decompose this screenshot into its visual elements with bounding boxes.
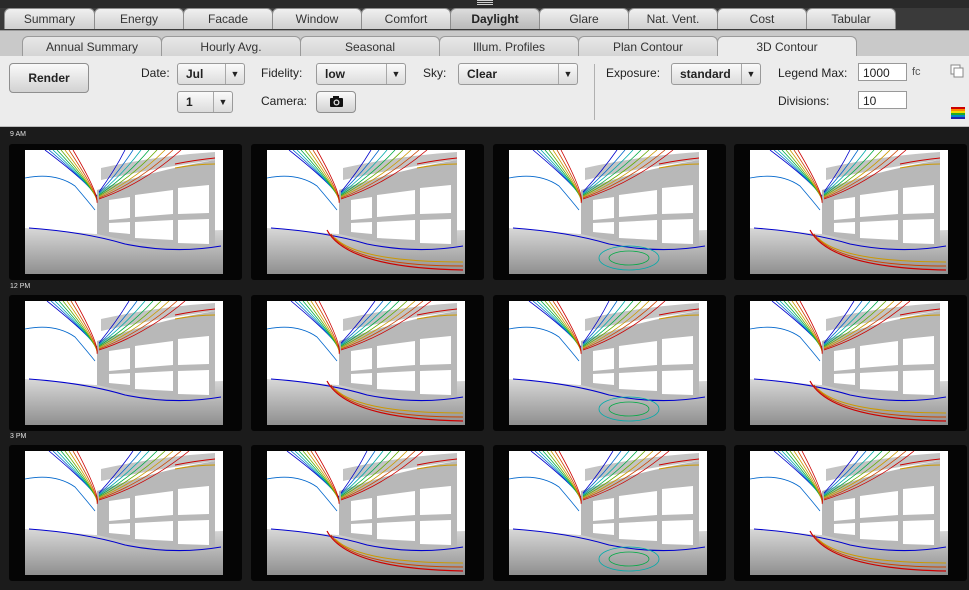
contour-render-image (25, 150, 223, 274)
tab-seasonal[interactable]: Seasonal (300, 36, 440, 57)
contour-render-image (509, 150, 707, 274)
contour-render-image (750, 150, 948, 274)
chevron-down-icon: ▼ (213, 92, 232, 112)
sky-label: Sky: (423, 66, 447, 80)
render-view[interactable] (493, 295, 726, 431)
tab-window[interactable]: Window (272, 8, 362, 29)
render-view[interactable] (251, 295, 484, 431)
contour-render-image (267, 150, 465, 274)
render-view[interactable] (734, 445, 967, 581)
tab-comfort[interactable]: Comfort (361, 8, 451, 29)
legend-max-label: Legend Max: (778, 66, 848, 80)
date-label: Date: (141, 66, 170, 80)
color-legend-icon[interactable] (950, 106, 966, 120)
contour-render-image (267, 301, 465, 425)
toolbar-divider (594, 64, 595, 120)
day-value: 1 (186, 95, 193, 109)
tab-cost[interactable]: Cost (717, 8, 807, 29)
controls-toolbar: Render Date: Jul ▼ 1 ▼ Fidelity: low ▼ C… (0, 56, 969, 127)
copy-icon[interactable] (950, 64, 966, 78)
top-bar (0, 0, 969, 8)
render-button[interactable]: Render (9, 63, 89, 93)
camera-button[interactable] (316, 91, 356, 113)
legend-max-input[interactable]: 1000 (858, 63, 907, 81)
chevron-down-icon: ▼ (741, 64, 760, 84)
chevron-down-icon: ▼ (558, 64, 577, 84)
legend-unit: fc (912, 66, 921, 78)
tab-tabular[interactable]: Tabular (806, 8, 896, 29)
day-select[interactable]: 1 ▼ (177, 91, 233, 113)
render-view[interactable] (251, 144, 484, 280)
chevron-down-icon: ▼ (386, 64, 405, 84)
render-view[interactable] (734, 144, 967, 280)
row-label-3pm: 3 PM (10, 433, 27, 440)
fidelity-label: Fidelity: (261, 66, 303, 80)
exposure-select[interactable]: standard ▼ (671, 63, 761, 85)
row-label-9am: 9 AM (10, 131, 26, 138)
tab-annual-summary[interactable]: Annual Summary (22, 36, 162, 57)
fidelity-value: low (325, 67, 345, 81)
drag-handle-icon[interactable] (477, 0, 493, 6)
chevron-down-icon: ▼ (225, 64, 244, 84)
render-view[interactable] (251, 445, 484, 581)
fidelity-select[interactable]: low ▼ (316, 63, 406, 85)
sky-select[interactable]: Clear ▼ (458, 63, 578, 85)
render-view[interactable] (493, 445, 726, 581)
tab-summary[interactable]: Summary (4, 8, 95, 29)
tab-nat-vent[interactable]: Nat. Vent. (628, 8, 718, 29)
tab-daylight[interactable]: Daylight (450, 8, 540, 29)
sub-tab-bar: Annual Summary Hourly Avg. Seasonal Illu… (0, 30, 969, 58)
row-label-12pm: 12 PM (10, 283, 31, 290)
tab-3d-contour[interactable]: 3D Contour (717, 36, 857, 58)
render-view[interactable] (493, 144, 726, 280)
contour-render-image (25, 451, 223, 575)
render-grid: 9 AM 12 PM 3 PM (0, 127, 969, 590)
tab-plan-contour[interactable]: Plan Contour (578, 36, 718, 57)
tab-energy[interactable]: Energy (94, 8, 184, 29)
contour-render-image (25, 301, 223, 425)
contour-render-image (750, 301, 948, 425)
tab-glare[interactable]: Glare (539, 8, 629, 29)
tab-facade[interactable]: Facade (183, 8, 273, 29)
sky-value: Clear (467, 67, 498, 81)
exposure-label: Exposure: (606, 66, 661, 80)
render-view[interactable] (734, 295, 967, 431)
month-value: Jul (186, 67, 204, 81)
render-view[interactable] (9, 144, 242, 280)
divisions-label: Divisions: (778, 94, 830, 108)
contour-render-image (750, 451, 948, 575)
render-view[interactable] (9, 445, 242, 581)
main-tab-bar: Summary Energy Facade Window Comfort Day… (0, 8, 969, 30)
contour-render-image (509, 451, 707, 575)
divisions-input[interactable]: 10 (858, 91, 907, 109)
contour-render-image (267, 451, 465, 575)
camera-icon (330, 96, 343, 107)
tab-hourly-avg[interactable]: Hourly Avg. (161, 36, 301, 57)
month-select[interactable]: Jul ▼ (177, 63, 245, 85)
exposure-value: standard (680, 67, 731, 81)
contour-render-image (509, 301, 707, 425)
render-view[interactable] (9, 295, 242, 431)
tab-illum-profiles[interactable]: Illum. Profiles (439, 36, 579, 57)
camera-label: Camera: (261, 94, 308, 108)
